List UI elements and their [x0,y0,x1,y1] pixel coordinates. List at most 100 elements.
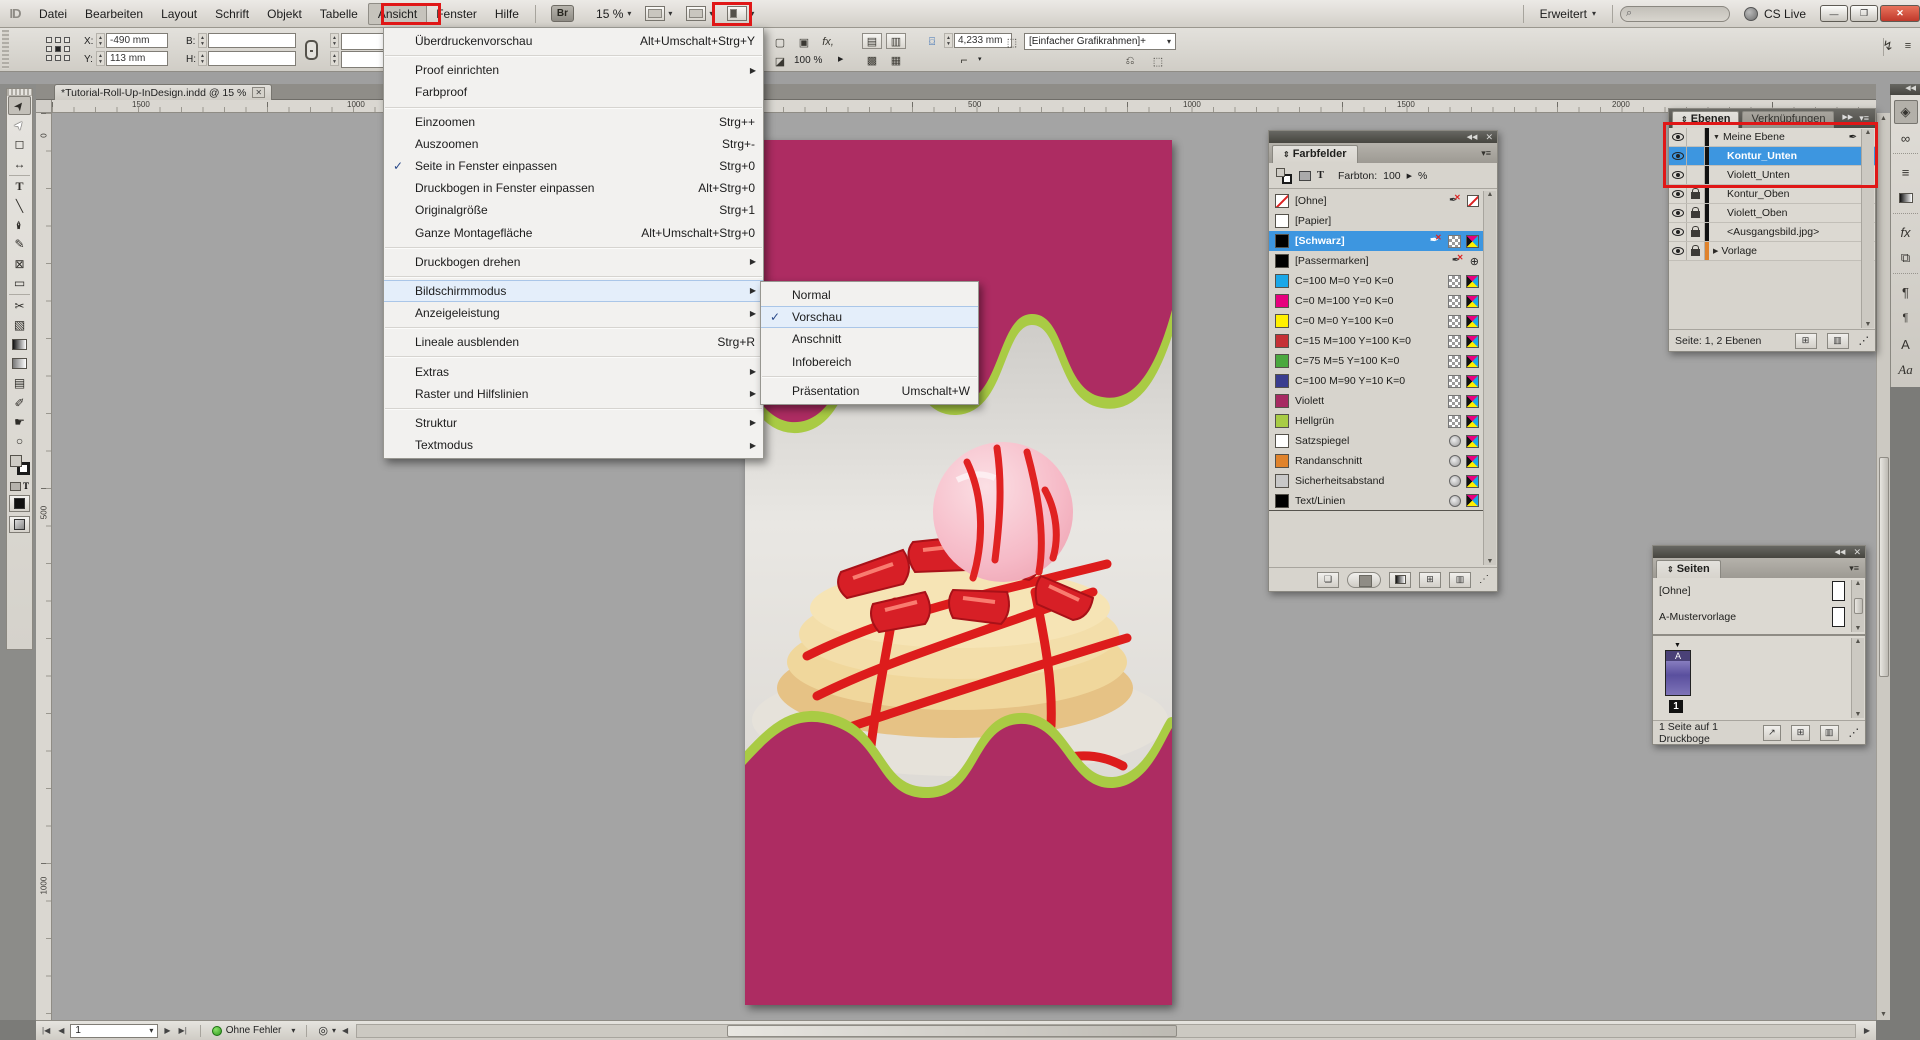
effects-fx-dropdown[interactable]: fx, [818,34,838,50]
menu-item-lineale-ausblenden[interactable]: Lineale ausblendenStrg+R [384,331,763,353]
visibility-cell[interactable] [1669,166,1687,184]
pencil-tool[interactable]: ✎ [8,235,31,254]
submenu-item-normal[interactable]: Normal [761,284,978,306]
visibility-cell[interactable] [1669,185,1687,203]
scroll-up-icon[interactable]: ▲ [1855,580,1862,587]
swatch-row[interactable]: C=75 M=5 Y=100 K=0 [1269,351,1483,371]
menu-item-druckbogen-drehen[interactable]: Druckbogen drehen▶ [384,251,763,273]
close-button[interactable]: ✕ [1880,5,1920,22]
resize-grip-icon[interactable]: ⋰ [1859,335,1870,347]
x-stepper[interactable]: ▲▼ [96,33,105,48]
frame-tool[interactable]: ⊠ [8,254,31,273]
collapse-icon[interactable]: ◀◀ [1835,548,1846,556]
zoom-tool[interactable]: ○ [8,432,31,451]
lock-cell[interactable] [1687,166,1705,184]
layer-row-ausgangsbild[interactable]: <Ausgangsbild.jpg> [1669,223,1875,242]
resize-grip-icon[interactable]: ⋰ [1479,574,1489,585]
swatch-row[interactable]: C=100 M=90 Y=10 K=0 [1269,371,1483,391]
shadow-effect-icon[interactable]: ▢ [770,34,790,50]
menu-objekt[interactable]: Objekt [258,4,311,24]
scroll-left-icon[interactable]: ◀ [340,1026,350,1035]
menu-datei[interactable]: Datei [30,4,76,24]
tab-ebenen[interactable]: ⇕Ebenen [1672,111,1739,128]
hand-tool[interactable]: ☛ [8,412,31,431]
vertical-scrollbar[interactable]: ▲ ▼ [1876,113,1890,1020]
submenu-item-anschnitt[interactable]: Anschnitt [761,328,978,350]
menu-item-bildschirmmodus[interactable]: Bildschirmmodus▶ [384,280,763,302]
swatch-libraries-button[interactable]: ❏ [1317,572,1339,588]
scroll-up-icon[interactable]: ▲ [1880,113,1887,122]
scroll-down-icon[interactable]: ▼ [1865,321,1872,328]
dock-character-styles-icon[interactable]: A [1894,332,1918,356]
swatch-row[interactable]: C=0 M=100 Y=0 K=0 [1269,291,1483,311]
submenu-item-infobereich[interactable]: Infobereich [761,351,978,373]
horizontal-ruler[interactable]: 1500 1000 500 1000 1500 2000 [52,100,1876,113]
corner-shape-icon[interactable]: ⌐ [954,52,974,68]
dock-effects-icon[interactable]: fx [1894,220,1918,244]
layer-row-vorlage[interactable]: ▶ Vorlage [1669,242,1875,261]
menu-layout[interactable]: Layout [152,4,206,24]
free-transform-tool[interactable]: ▧ [8,315,31,334]
submenu-item-vorschau[interactable]: ✓Vorschau [761,306,978,328]
resize-grip-icon[interactable]: ⋰ [1849,727,1860,739]
step-down-icon[interactable]: ▼ [946,41,951,47]
y-stepper[interactable]: ▲▼ [96,51,105,66]
menu-ansicht[interactable]: Ansicht [368,3,427,25]
zoom-level-dropdown[interactable]: 15 % ▾ [596,7,631,21]
menu-item-raster-und-hilfslinien[interactable]: Raster und Hilfslinien▶ [384,383,763,405]
close-document-icon[interactable]: ✕ [252,87,265,98]
menu-schrift[interactable]: Schrift [206,4,258,24]
restore-button[interactable]: ❐ [1850,5,1878,22]
scale-x-stepper[interactable]: ▲▼ [330,33,339,48]
dock-layers-icon[interactable]: ◈ [1894,100,1918,124]
tab-farbfelder[interactable]: ⇕Farbfelder [1272,145,1358,163]
menu-item-anzeigeleistung[interactable]: Anzeigeleistung▶ [384,302,763,324]
width-field[interactable] [208,33,296,48]
new-page-button[interactable]: ⊞ [1791,725,1810,741]
menu-item-farbproof[interactable]: Farbproof [384,81,763,103]
last-page-icon[interactable]: ▶| [177,1026,189,1035]
swatch-row[interactable]: [Papier] [1269,211,1483,231]
affects-text-icon[interactable]: T [23,481,29,491]
panel-grip[interactable] [2,30,9,69]
textwrap-jump-icon[interactable]: ▩ [862,52,882,68]
height-field[interactable] [208,51,296,66]
arrange-documents-button[interactable] [727,6,747,21]
scrollbar-thumb[interactable] [727,1025,1177,1037]
lock-cell[interactable] [1687,223,1705,241]
document-page[interactable] [745,140,1172,1005]
first-page-icon[interactable]: |◀ [40,1026,52,1035]
step-down-icon[interactable]: ▼ [200,41,205,47]
menu-item-extras[interactable]: Extras▶ [384,360,763,382]
master-row-ohne[interactable]: [Ohne] [1653,578,1865,604]
opacity-value[interactable]: 100 % [794,55,822,66]
reference-point-proxy[interactable] [46,37,72,63]
dock-glyphs-icon[interactable]: Aa [1894,358,1918,382]
layers-scrollbar[interactable]: ▲ ▼ [1861,129,1874,328]
tint-dropdown-icon[interactable]: ▶ [1407,172,1412,180]
scroll-down-icon[interactable]: ▼ [1855,625,1862,632]
corner-shape-dropdown-icon[interactable]: ▾ [978,55,982,63]
previous-page-icon[interactable]: ◀ [56,1026,66,1035]
cs-live-label[interactable]: CS Live [1764,7,1806,21]
scroll-down-icon[interactable]: ▼ [1855,711,1862,718]
panel-menu-icon[interactable]: ▾≡ [1859,113,1869,124]
bridge-button[interactable]: Br [551,5,574,22]
scroll-down-icon[interactable]: ▼ [1487,558,1494,565]
menu-fenster[interactable]: Fenster [427,4,486,24]
dock-links-icon[interactable]: ∞ [1894,126,1918,150]
expand-triangle-icon[interactable]: ▶ [1713,247,1718,255]
tools-panel-grip[interactable] [7,89,32,96]
edit-page-size-button[interactable]: ↗ [1763,725,1782,741]
swatch-row[interactable]: C=100 M=0 Y=0 K=0 [1269,271,1483,291]
document-tab[interactable]: *Tutorial-Roll-Up-InDesign.indd @ 15 % ✕ [54,84,272,100]
new-layer-button[interactable]: ⊞ [1795,333,1817,349]
swatches-scrollbar[interactable]: ▲ ▼ [1483,191,1496,565]
menu-item-seite-in-fenster[interactable]: ✓Seite in Fenster einpassenStrg+0 [384,155,763,177]
delete-layer-button[interactable]: ▥ [1827,333,1849,349]
menu-tabelle[interactable]: Tabelle [311,4,367,24]
scroll-up-icon[interactable]: ▲ [1487,191,1494,198]
gradient-tool[interactable] [8,335,31,354]
step-down-icon[interactable]: ▼ [200,59,205,65]
gradient-button[interactable] [1389,572,1411,588]
